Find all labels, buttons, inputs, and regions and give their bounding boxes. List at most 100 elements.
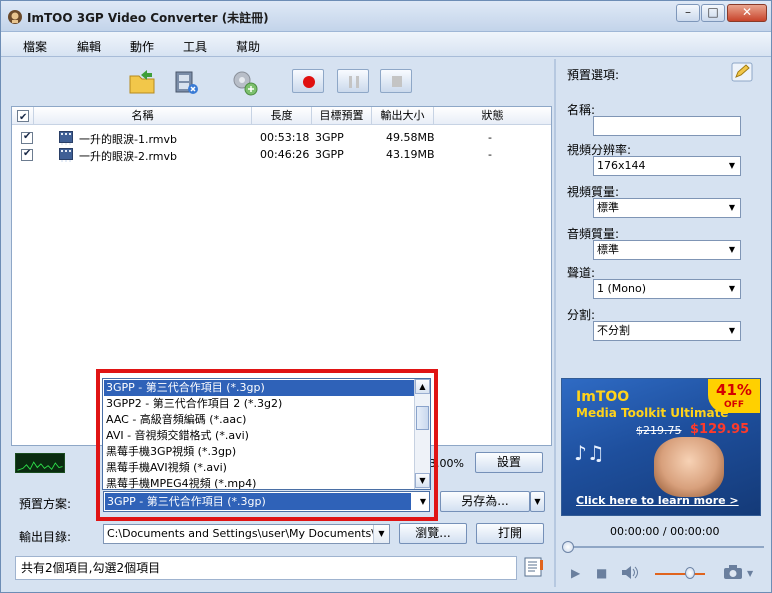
chevron-down-icon[interactable]: ▼ <box>747 569 753 578</box>
audio-quality-value: 標準 <box>597 243 619 256</box>
add-file-icon[interactable] <box>127 67 157 97</box>
file-list-header: 名稱 長度 目標預置 輸出大小 狀態 <box>12 107 551 126</box>
col-name[interactable]: 名稱 <box>34 107 252 125</box>
title-bar: ImTOO 3GP Video Converter (未註冊) – □ ✕ <box>1 1 771 32</box>
seek-track <box>566 546 764 548</box>
video-resolution-value: 176x144 <box>597 159 646 172</box>
edit-preset-icon[interactable] <box>731 62 753 82</box>
close-button[interactable]: ✕ <box>727 4 767 22</box>
split-value: 不分割 <box>597 324 630 337</box>
remove-file-icon[interactable] <box>171 67 201 97</box>
pause-button[interactable] <box>337 69 369 93</box>
pause-icon <box>349 76 359 88</box>
window-title: ImTOO 3GP Video Converter (未註冊) <box>27 11 269 25</box>
music-notes-icon: ♪♫ <box>574 441 605 465</box>
file-status: - <box>488 131 492 144</box>
chevron-down-icon: ▼ <box>728 161 736 170</box>
highlight-frame <box>96 369 438 521</box>
menu-bar: 檔案 編輯 動作 工具 幫助 <box>1 32 771 57</box>
menu-action[interactable]: 動作 <box>130 38 154 55</box>
preset-options-title: 預置選項: <box>567 68 620 82</box>
settings-button[interactable]: 設置 <box>475 452 543 473</box>
chevron-down-icon: ▼ <box>728 245 736 254</box>
record-button[interactable] <box>292 69 324 93</box>
preset-label: 預置方案: <box>19 497 72 511</box>
file-duration: 00:46:26 <box>260 148 310 161</box>
output-path-value: C:\Documents and Settings\user\My Docume… <box>107 527 390 540</box>
save-as-dropdown-button[interactable]: ▼ <box>530 491 545 512</box>
file-name: 一升的眼淚-1.rmvb <box>79 133 178 146</box>
seek-handle[interactable] <box>562 541 574 553</box>
menu-edit[interactable]: 編輯 <box>77 38 101 55</box>
volume-icon[interactable] <box>621 565 639 580</box>
menu-file[interactable]: 檔案 <box>23 38 47 55</box>
stop-player-icon[interactable]: ■ <box>596 566 607 580</box>
app-logo-icon <box>8 10 22 24</box>
play-icon[interactable]: ▶ <box>571 566 580 580</box>
chevron-down-icon: ▼ <box>728 326 736 335</box>
volume-handle[interactable] <box>685 567 695 579</box>
video-quality-value: 標準 <box>597 201 619 214</box>
preset-options-panel: 預置選項: 名稱: 視頻分辨率: 176x144 ▼ 視頻質量: 標準 ▼ 音頻… <box>557 59 767 359</box>
file-size: 49.58MB <box>386 131 435 144</box>
video-quality-select[interactable]: 標準 ▼ <box>593 198 741 218</box>
header-checkbox-cell <box>12 107 34 126</box>
snapshot-camera-icon[interactable] <box>723 564 743 580</box>
file-size: 43.19MB <box>386 148 435 161</box>
video-file-icon <box>59 131 73 145</box>
output-path-select[interactable]: C:\Documents and Settings\user\My Docume… <box>103 524 390 544</box>
player-timecode: 00:00:00 / 00:00:00 <box>610 525 720 538</box>
video-file-icon <box>59 148 73 162</box>
banner-brand: ImTOO <box>576 389 630 405</box>
split-select[interactable]: 不分割 ▼ <box>593 321 741 341</box>
stop-button[interactable] <box>380 69 412 93</box>
chevron-down-icon: ▼ <box>728 284 736 293</box>
open-button[interactable]: 打開 <box>476 523 544 544</box>
seek-slider[interactable] <box>562 541 767 553</box>
cpu-monitor-graph <box>15 453 65 473</box>
row-checkbox[interactable] <box>21 148 33 161</box>
video-resolution-select[interactable]: 176x144 ▼ <box>593 156 741 176</box>
table-row[interactable]: 一升的眼淚-2.rmvb 00:46:26 3GPP 43.19MB - <box>12 146 551 163</box>
file-preset: 3GPP <box>315 148 344 161</box>
menu-help[interactable]: 幫助 <box>236 38 260 55</box>
browse-button[interactable]: 瀏覽... <box>399 523 467 544</box>
file-name: 一升的眼淚-2.rmvb <box>79 150 178 163</box>
save-as-button[interactable]: 另存為... <box>440 491 530 512</box>
banner-photo <box>654 437 724 497</box>
discount-percent: 41% <box>716 381 752 399</box>
col-preset[interactable]: 目標預置 <box>312 107 372 125</box>
chevron-down-icon: ▼ <box>728 203 736 212</box>
discount-off: OFF <box>724 400 744 410</box>
col-duration[interactable]: 長度 <box>252 107 312 125</box>
convert-settings-icon[interactable] <box>229 67 259 97</box>
row-checkbox[interactable] <box>21 131 33 144</box>
promo-banner[interactable]: ImTOO Media Toolkit Ultimate 41% OFF $21… <box>561 378 761 516</box>
file-preset: 3GPP <box>315 131 344 144</box>
record-icon <box>303 76 315 88</box>
channels-select[interactable]: 1 (Mono) ▼ <box>593 279 741 299</box>
channels-label: 聲道: <box>567 266 596 280</box>
select-all-checkbox[interactable] <box>17 109 29 126</box>
audio-quality-select[interactable]: 標準 ▼ <box>593 240 741 260</box>
toolbar <box>11 59 551 103</box>
menu-tools[interactable]: 工具 <box>183 38 207 55</box>
app-window: ImTOO 3GP Video Converter (未註冊) – □ ✕ 檔案… <box>0 0 772 593</box>
discount-badge: 41% OFF <box>708 379 760 413</box>
panel-divider[interactable] <box>554 59 556 587</box>
maximize-button[interactable]: □ <box>701 4 725 22</box>
minimize-button[interactable]: – <box>676 4 700 22</box>
log-icon[interactable] <box>523 556 545 578</box>
banner-link[interactable]: Click here to learn more > <box>576 494 739 507</box>
table-row[interactable]: 一升的眼淚-1.rmvb 00:53:18 3GPP 49.58MB - <box>12 129 551 146</box>
chevron-down-icon: ▼ <box>373 525 389 543</box>
name-input[interactable] <box>593 116 741 136</box>
output-label: 輸出目錄: <box>19 530 72 544</box>
file-status: - <box>488 148 492 161</box>
col-status[interactable]: 狀態 <box>434 107 551 125</box>
col-size[interactable]: 輸出大小 <box>372 107 434 125</box>
split-label: 分割: <box>567 308 596 322</box>
file-duration: 00:53:18 <box>260 131 310 144</box>
channels-value: 1 (Mono) <box>597 282 647 295</box>
volume-track <box>655 573 705 575</box>
